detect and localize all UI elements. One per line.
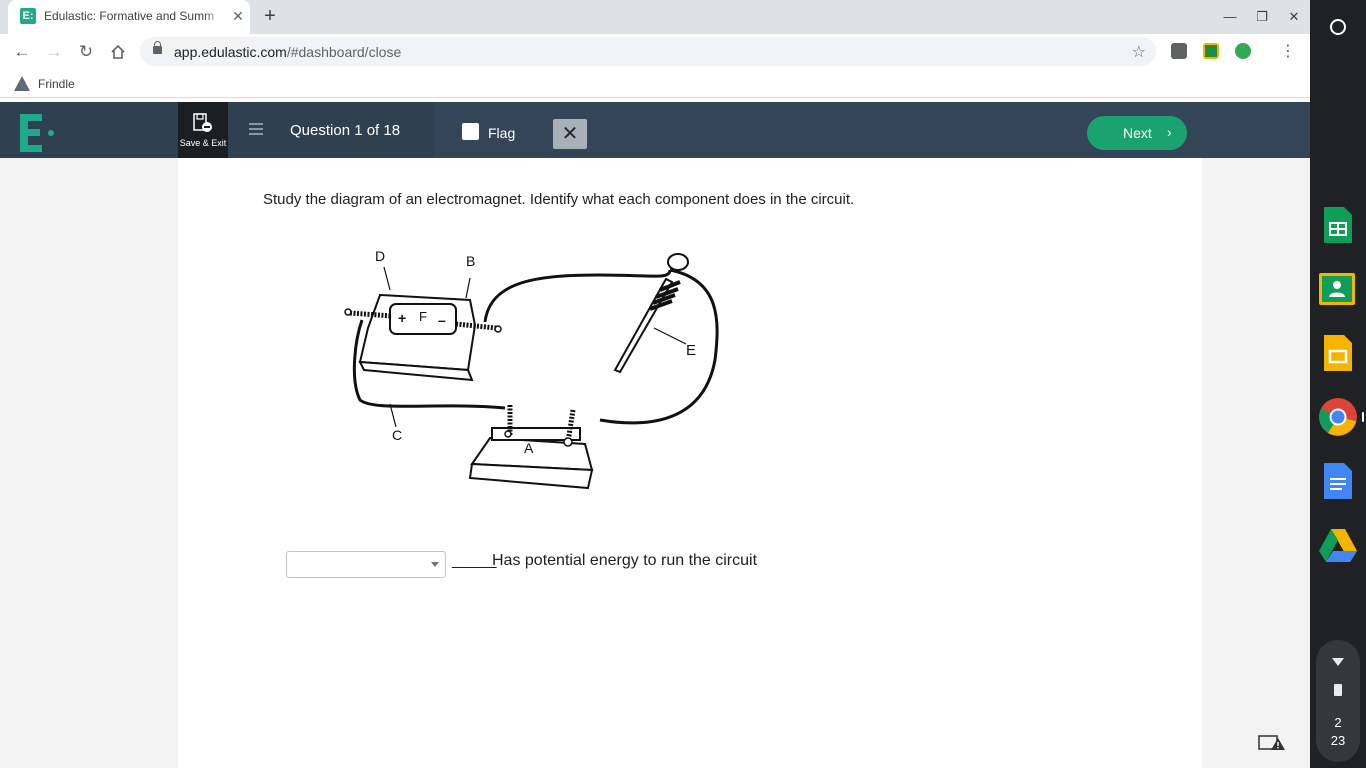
arrow-b bbox=[465, 277, 471, 299]
clock: 2 23 bbox=[1316, 714, 1360, 750]
close-window-icon[interactable]: ✕ bbox=[1285, 8, 1303, 26]
bookmark-frindle[interactable]: Frindle bbox=[38, 77, 75, 91]
tab-title-fade bbox=[204, 6, 224, 26]
close-icon[interactable]: ✕ bbox=[553, 119, 587, 149]
label-a: A bbox=[524, 440, 534, 456]
chevron-right-icon: › bbox=[1167, 124, 1172, 140]
edulastic-logo-icon bbox=[20, 114, 54, 152]
google-sheets-icon[interactable] bbox=[1318, 205, 1356, 245]
reload-icon[interactable]: ↻ bbox=[74, 40, 98, 64]
browser-toolbar: ← → ↻ app.edulastic.com/#dashboard/close… bbox=[0, 34, 1310, 70]
google-drive-icon[interactable] bbox=[1318, 525, 1357, 565]
plus-label: + bbox=[398, 310, 406, 326]
save-exit-icon bbox=[193, 113, 212, 132]
minus-label: – bbox=[438, 312, 446, 328]
electromagnet-diagram: + F – D B E C A bbox=[344, 248, 719, 490]
answer-statement: Has potential energy to run the circuit bbox=[492, 552, 758, 569]
google-slides-icon[interactable] bbox=[1318, 333, 1356, 373]
extension-keep-icon[interactable] bbox=[1171, 43, 1187, 59]
forward-icon[interactable]: → bbox=[42, 40, 66, 64]
browser-window: E: Edulastic: Formative and Summ ✕ + — ❐… bbox=[0, 0, 1310, 768]
wifi-icon bbox=[1332, 658, 1344, 666]
google-classroom-icon[interactable] bbox=[1318, 270, 1356, 310]
address-bar[interactable]: app.edulastic.com/#dashboard/close ☆ bbox=[140, 37, 1156, 66]
clock-hour: 2 bbox=[1334, 715, 1342, 730]
answer-blank: _____ bbox=[452, 552, 497, 569]
label-e: E bbox=[686, 342, 696, 359]
home-icon[interactable] bbox=[106, 40, 130, 64]
battery-holder bbox=[344, 293, 502, 382]
frindle-bookmark-icon bbox=[14, 76, 30, 91]
tab-title: Edulastic: Formative and Summ bbox=[44, 9, 215, 23]
label-c: C bbox=[392, 427, 402, 443]
next-button[interactable]: Next › bbox=[1087, 116, 1187, 150]
url-text: app.edulastic.com/#dashboard/close bbox=[174, 44, 402, 60]
save-exit-label: Save & Exit bbox=[179, 138, 227, 148]
next-label: Next bbox=[1123, 125, 1152, 141]
extension-classroom-icon[interactable] bbox=[1203, 43, 1219, 59]
chevron-down-icon bbox=[431, 562, 439, 567]
question-counter: Question 1 of 18 bbox=[290, 122, 401, 139]
battery-icon bbox=[1334, 684, 1342, 696]
flag-checkbox[interactable] bbox=[462, 123, 479, 140]
flag-label: Flag bbox=[488, 125, 516, 141]
browser-menu-icon[interactable]: ⋮ bbox=[1280, 40, 1296, 64]
bookmark-star-icon[interactable]: ☆ bbox=[1132, 42, 1146, 62]
question-list-menu-icon[interactable] bbox=[249, 123, 263, 135]
extension-power-icon[interactable] bbox=[1235, 43, 1251, 59]
google-chrome-icon[interactable] bbox=[1318, 397, 1357, 437]
browser-tab[interactable]: E: Edulastic: Formative and Summ ✕ bbox=[8, 0, 250, 34]
back-icon[interactable]: ← bbox=[10, 40, 34, 64]
question-navigator[interactable]: Question 1 of 18 bbox=[272, 102, 434, 158]
lock-icon bbox=[153, 41, 162, 54]
label-f: F bbox=[419, 309, 427, 324]
restore-icon[interactable]: ❐ bbox=[1253, 8, 1271, 26]
running-app-indicator bbox=[1362, 412, 1364, 422]
arrow-d bbox=[383, 266, 391, 291]
minimize-icon[interactable]: — bbox=[1221, 8, 1239, 26]
close-tab-icon[interactable]: ✕ bbox=[230, 8, 246, 24]
label-d: D bbox=[375, 248, 385, 264]
arrow-e bbox=[653, 327, 687, 345]
google-docs-icon[interactable] bbox=[1318, 461, 1356, 501]
launcher-icon[interactable] bbox=[1330, 19, 1346, 35]
new-tab-icon[interactable]: + bbox=[260, 6, 280, 26]
report-issue-icon[interactable] bbox=[1258, 734, 1286, 752]
tab-strip: E: Edulastic: Formative and Summ ✕ + — ❐… bbox=[0, 0, 1310, 34]
edulastic-favicon-icon: E: bbox=[20, 8, 36, 24]
save-exit-button[interactable]: Save & Exit bbox=[178, 102, 228, 158]
answer-dropdown[interactable] bbox=[286, 551, 446, 578]
clock-minute: 23 bbox=[1330, 733, 1346, 748]
label-b: B bbox=[466, 253, 475, 269]
question-prompt: Study the diagram of an electromagnet. I… bbox=[263, 191, 855, 208]
wire-top bbox=[483, 269, 672, 323]
bookmarks-bar: Frindle bbox=[0, 70, 1310, 98]
